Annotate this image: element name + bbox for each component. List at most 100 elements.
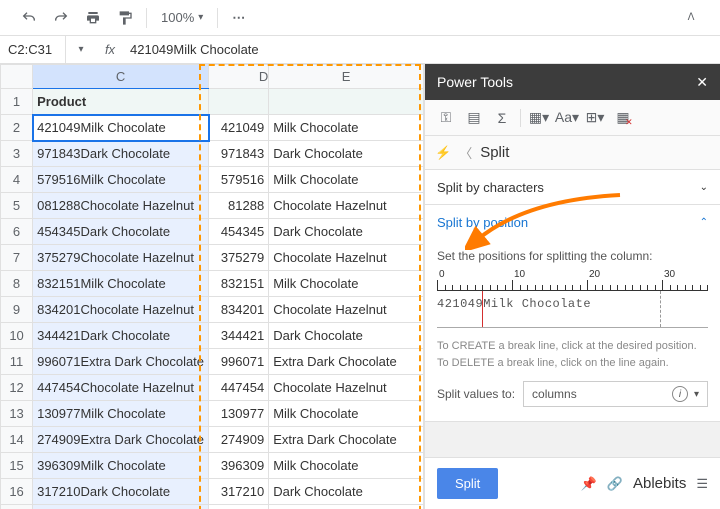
pin-icon[interactable]: 📌 [581, 476, 597, 492]
cell[interactable]: 995882 [209, 505, 269, 509]
dedupe-icon[interactable]: ▤ [461, 105, 487, 131]
row-header[interactable]: 3 [1, 141, 33, 167]
row-header[interactable]: 14 [1, 427, 33, 453]
row-header[interactable]: 6 [1, 219, 33, 245]
cell[interactable]: 81288 [209, 193, 269, 219]
link-icon[interactable]: 🔗 [607, 476, 623, 492]
cell[interactable]: Chocolate Hazelnut [269, 375, 424, 401]
cell[interactable]: 834201 [209, 297, 269, 323]
row-header[interactable]: 2 [1, 115, 33, 141]
row-header[interactable]: 10 [1, 323, 33, 349]
cell[interactable]: Extra Dark Chocolate [269, 427, 424, 453]
cell[interactable]: 396309 [209, 453, 269, 479]
key-icon[interactable]: ⚿ [433, 105, 459, 131]
cell[interactable]: 971843 [209, 141, 269, 167]
cell[interactable]: Product [33, 89, 209, 115]
split-button[interactable]: Split [437, 468, 498, 499]
position-ruler[interactable]: 0102030 421049Milk Chocolate [437, 271, 708, 328]
name-box[interactable]: C2:C31 [0, 36, 66, 63]
cell[interactable]: 832151Milk Chocolate [33, 271, 209, 297]
row-header[interactable]: 9 [1, 297, 33, 323]
row-header[interactable]: 7 [1, 245, 33, 271]
cell[interactable]: 971843Dark Chocolate [33, 141, 209, 167]
panel-footer: Split 📌 🔗 Ablebits ☰ [425, 457, 720, 509]
cell[interactable]: 995882Chocolate Hazelnut [33, 505, 209, 509]
row-header[interactable]: 8 [1, 271, 33, 297]
cell[interactable]: 317210 [209, 479, 269, 505]
cell[interactable]: 274909 [209, 427, 269, 453]
cell[interactable]: 344421 [209, 323, 269, 349]
cell[interactable]: Dark Chocolate [269, 219, 424, 245]
cell[interactable]: Dark Chocolate [269, 141, 424, 167]
menu-icon[interactable]: ☰ [696, 476, 708, 492]
text-case-icon[interactable]: Aa▾ [554, 105, 580, 131]
paint-format-button[interactable] [112, 5, 138, 31]
cell[interactable]: Chocolate Hazelnut [269, 297, 424, 323]
cell[interactable]: 454345 [209, 219, 269, 245]
cell[interactable]: 447454Chocolate Hazelnut [33, 375, 209, 401]
cell[interactable]: 396309Milk Chocolate [33, 453, 209, 479]
cell[interactable]: 447454 [209, 375, 269, 401]
cell[interactable]: 579516 [209, 167, 269, 193]
name-box-dropdown[interactable]: ▾ [66, 44, 96, 55]
cell[interactable]: Milk Chocolate [269, 453, 424, 479]
dest-select[interactable]: columns i▾ [523, 381, 708, 407]
row-header[interactable]: 5 [1, 193, 33, 219]
cell[interactable]: 375279 [209, 245, 269, 271]
close-icon[interactable]: ✕ [696, 74, 708, 91]
cell[interactable]: 130977 [209, 401, 269, 427]
col-header-C[interactable]: C [33, 65, 209, 89]
cell[interactable]: Milk Chocolate [269, 167, 424, 193]
more-button[interactable]: ⋯ [226, 5, 252, 31]
print-button[interactable] [80, 5, 106, 31]
row-header[interactable]: 13 [1, 401, 33, 427]
formula-input[interactable]: 421049Milk Chocolate [124, 42, 720, 57]
cell[interactable]: Chocolate Hazelnut [269, 193, 424, 219]
spreadsheet[interactable]: CDE1Product2421049Milk Chocolate421049Mi… [0, 64, 425, 509]
back-button[interactable]: 〈 [459, 143, 472, 162]
remove-rows-icon[interactable]: ▦✕ [610, 105, 636, 131]
cell[interactable]: Dark Chocolate [269, 479, 424, 505]
cell[interactable]: 832151 [209, 271, 269, 297]
row-header[interactable]: 4 [1, 167, 33, 193]
cell[interactable]: 317210Dark Chocolate [33, 479, 209, 505]
cell[interactable]: 130977Milk Chocolate [33, 401, 209, 427]
undo-button[interactable] [16, 5, 42, 31]
row-header[interactable]: 17 [1, 505, 33, 509]
cell[interactable]: Extra Dark Chocolate [269, 349, 424, 375]
break-line[interactable] [482, 291, 483, 327]
row-header[interactable]: 1 [1, 89, 33, 115]
cell[interactable]: 996071Extra Dark Chocolate [33, 349, 209, 375]
cell[interactable]: 421049Milk Chocolate [33, 115, 209, 141]
row-header[interactable]: 16 [1, 479, 33, 505]
cell[interactable]: Chocolate Hazelnut [269, 505, 424, 509]
col-header-E[interactable]: E [269, 65, 424, 89]
cell[interactable]: Milk Chocolate [269, 271, 424, 297]
cell[interactable]: 274909Extra Dark Chocolate [33, 427, 209, 453]
instruction-text: Set the positions for splitting the colu… [437, 249, 708, 263]
row-header[interactable]: 12 [1, 375, 33, 401]
cell[interactable]: 834201Chocolate Hazelnut [33, 297, 209, 323]
redo-button[interactable] [48, 5, 74, 31]
cell[interactable]: Dark Chocolate [269, 323, 424, 349]
cell[interactable]: 375279Chocolate Hazelnut [33, 245, 209, 271]
cell[interactable]: 579516Milk Chocolate [33, 167, 209, 193]
cell[interactable]: Chocolate Hazelnut [269, 245, 424, 271]
zoom-select[interactable]: 100%▾ [155, 10, 209, 25]
section-split-by-characters[interactable]: Split by characters⌄ [425, 170, 720, 205]
row-header[interactable]: 15 [1, 453, 33, 479]
collapse-toolbar-button[interactable]: ᐱ [678, 5, 704, 31]
grid-tool-icon[interactable]: ⊞▾ [582, 105, 608, 131]
cell[interactable]: Milk Chocolate [269, 401, 424, 427]
cell[interactable]: 421049 [209, 115, 269, 141]
cell[interactable]: 081288Chocolate Hazelnut [33, 193, 209, 219]
cell[interactable]: 344421Dark Chocolate [33, 323, 209, 349]
cell[interactable]: Milk Chocolate [269, 115, 424, 141]
table-tool-icon[interactable]: ▦▾ [526, 105, 552, 131]
row-header[interactable]: 11 [1, 349, 33, 375]
cell[interactable]: 454345Dark Chocolate [33, 219, 209, 245]
col-header-D[interactable]: D [209, 65, 269, 89]
cell[interactable]: 996071 [209, 349, 269, 375]
sigma-icon[interactable]: Σ [489, 105, 515, 131]
info-icon[interactable]: i [672, 386, 688, 402]
